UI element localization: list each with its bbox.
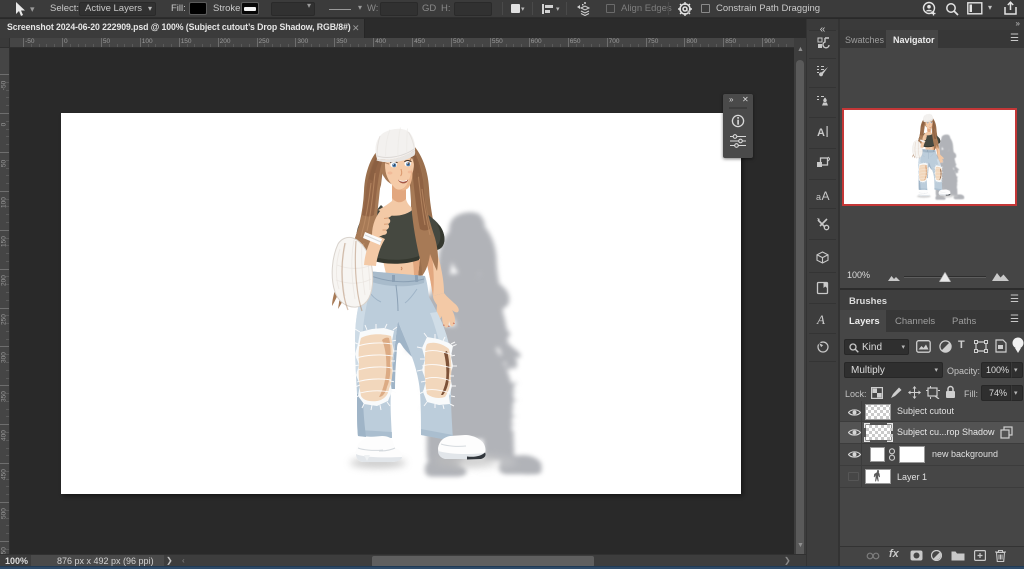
svg-text:A: A [822,189,830,203]
svg-text:A: A [817,127,825,139]
svg-text:A: A [816,312,825,326]
svg-text:a: a [816,192,821,202]
